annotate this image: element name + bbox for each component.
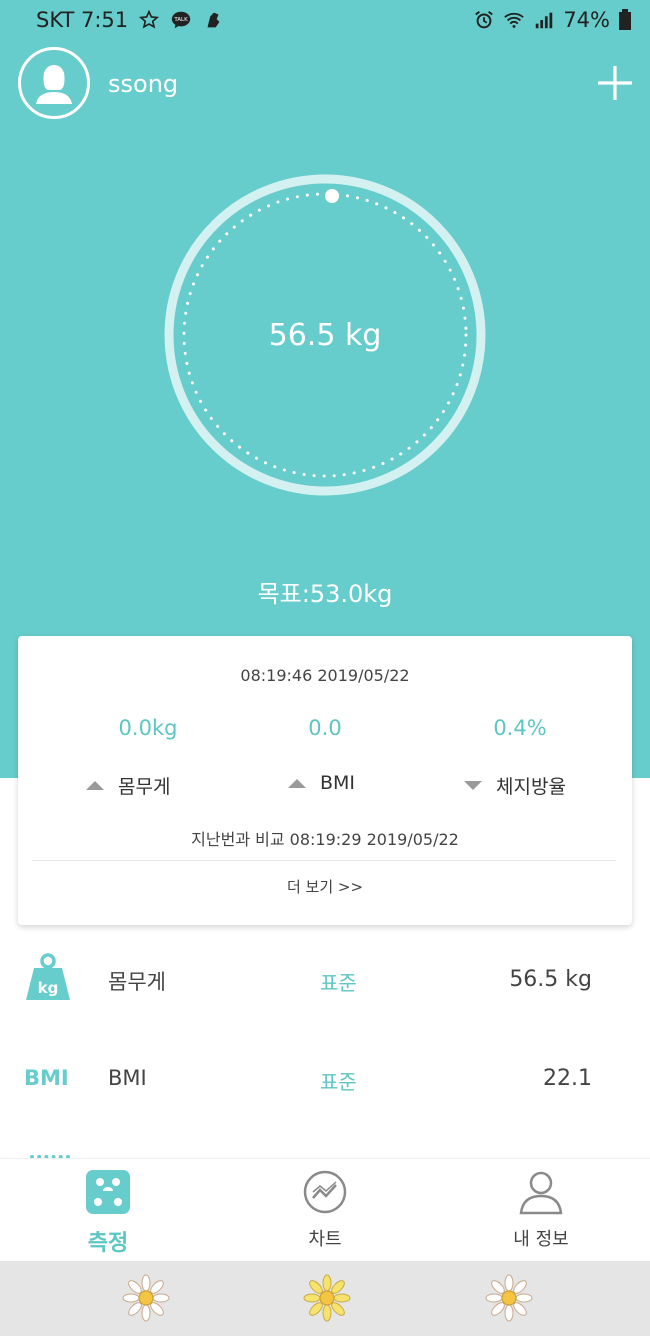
profile-icon bbox=[519, 1171, 563, 1215]
measurement-time: 08:19:46 2019/05/22 bbox=[240, 666, 410, 685]
add-button[interactable] bbox=[596, 64, 634, 102]
username[interactable]: ssong bbox=[108, 70, 178, 98]
battery-icon bbox=[619, 9, 631, 30]
alarm-icon bbox=[475, 10, 494, 29]
svg-text:kg: kg bbox=[38, 979, 59, 997]
bodyfat-change-label: 체지방율 bbox=[464, 772, 566, 799]
chart-icon bbox=[303, 1170, 347, 1214]
game-icon bbox=[207, 12, 220, 28]
target-weight: 목표:53.0kg bbox=[257, 580, 393, 608]
weight-change-label: 몸무게 bbox=[86, 772, 170, 799]
list-item-weight[interactable]: kg 몸무게 표준 56.5 kg bbox=[0, 940, 650, 1040]
bmi-change-label: BMI bbox=[288, 772, 355, 794]
row-status: 표준 bbox=[320, 1070, 357, 1094]
divider bbox=[32, 860, 616, 861]
bmi-icon: BMI bbox=[24, 1066, 69, 1090]
summary-card: 08:19:46 2019/05/22 0.0kg 0.0 0.4% 몸무게 B… bbox=[18, 636, 632, 925]
battery-percent: 74% bbox=[563, 8, 610, 32]
row-value: 22.1 bbox=[543, 1066, 592, 1091]
status-bar: SKT 7:51 TALK 74% bbox=[0, 0, 650, 40]
bottom-nav: 측정 차트 내 정보 bbox=[0, 1158, 650, 1261]
recent-apps-flower-icon[interactable] bbox=[122, 1274, 170, 1322]
signal-icon bbox=[536, 12, 553, 29]
back-flower-icon[interactable] bbox=[485, 1274, 533, 1322]
down-triangle-icon bbox=[464, 781, 482, 790]
tab-measure[interactable]: 측정 bbox=[28, 1169, 188, 1257]
star-icon bbox=[139, 9, 160, 29]
more-link[interactable]: 더 보기 >> bbox=[18, 876, 632, 897]
up-triangle-icon bbox=[288, 778, 306, 788]
tab-chart[interactable]: 차트 bbox=[245, 1169, 405, 1251]
row-name: BMI bbox=[108, 1066, 147, 1090]
row-status: 표준 bbox=[320, 971, 357, 995]
home-flower-icon[interactable] bbox=[303, 1274, 351, 1322]
weight-kg-icon: kg bbox=[26, 953, 70, 1000]
tab-label: 차트 bbox=[308, 1229, 342, 1250]
compare-text: 지난번과 비교 08:19:29 2019/05/22 bbox=[191, 830, 459, 849]
row-value: 56.5 kg bbox=[509, 967, 592, 992]
kakaotalk-icon: TALK bbox=[171, 11, 191, 29]
up-triangle-icon bbox=[86, 781, 104, 790]
system-nav-bar bbox=[0, 1261, 650, 1336]
avatar[interactable] bbox=[18, 47, 90, 119]
user-silhouette-icon bbox=[36, 65, 72, 104]
svg-text:TALK: TALK bbox=[173, 17, 188, 23]
weight-change-value: 0.0kg bbox=[118, 716, 178, 740]
bodyfat-change-value: 0.4% bbox=[493, 716, 547, 740]
plus-icon bbox=[598, 66, 632, 100]
row-name: 몸무게 bbox=[108, 970, 166, 994]
list-item-bmi[interactable]: BMI BMI 표준 22.1 bbox=[0, 1040, 650, 1140]
wifi-icon bbox=[504, 12, 525, 28]
gauge-marker bbox=[325, 189, 339, 203]
tab-profile[interactable]: 내 정보 bbox=[461, 1169, 621, 1251]
tab-label: 측정 bbox=[87, 1231, 129, 1256]
current-weight: 56.5 kg bbox=[268, 318, 382, 353]
scale-icon bbox=[86, 1170, 130, 1214]
carrier-time: SKT 7:51 bbox=[36, 8, 129, 32]
bmi-change-value: 0.0 bbox=[308, 716, 342, 740]
tab-label: 내 정보 bbox=[513, 1229, 569, 1250]
